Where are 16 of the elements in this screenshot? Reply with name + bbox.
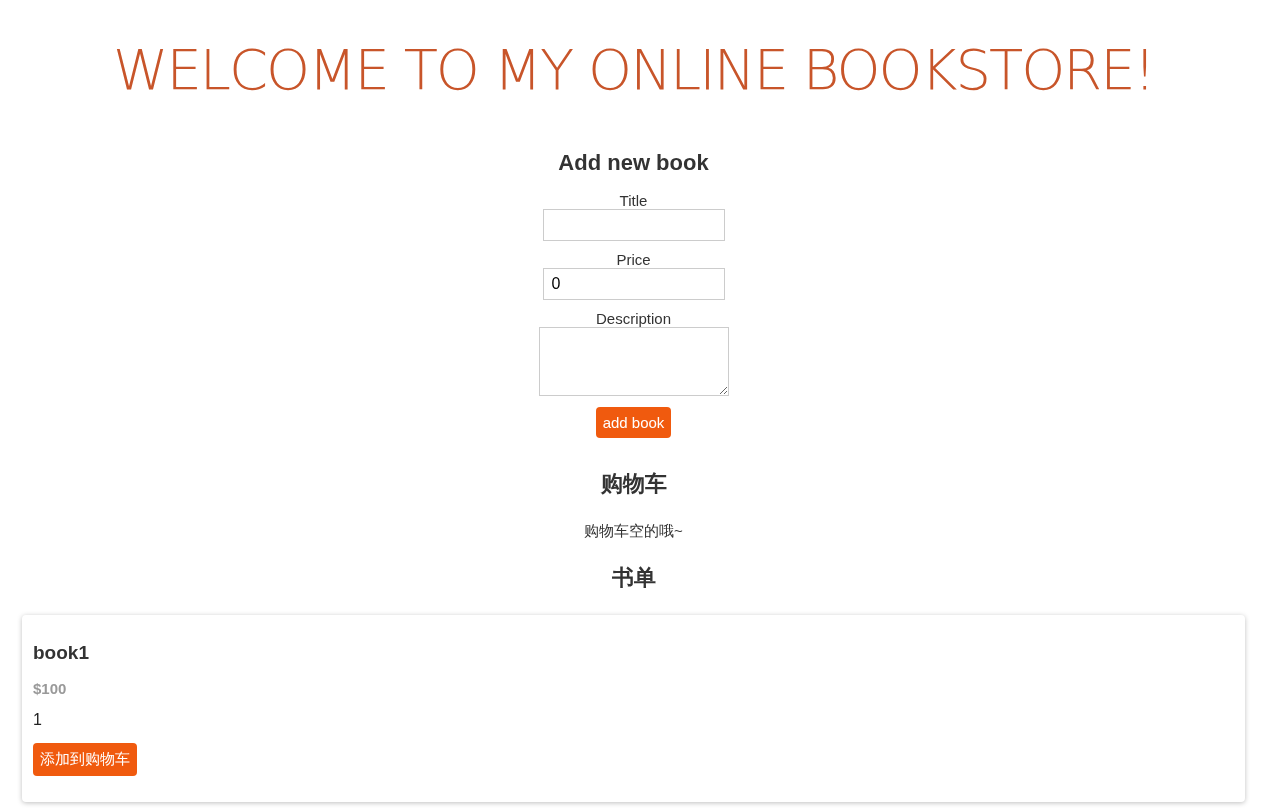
book-title: book1 [33,642,90,664]
add-to-cart-button[interactable]: 添加到购物车 [33,743,137,776]
cart-heading: 购物车 [599,470,668,498]
field-label: Price [616,251,651,268]
book-description: 1 [33,711,43,729]
book-price: $100 [33,680,68,697]
add-book-button[interactable]: add book [595,407,672,438]
page-title: WELCOME TO MY ONLINE BOOKSTORE! [112,36,1155,104]
input-field[interactable] [542,209,725,241]
field-label: Description [596,310,671,327]
input-field[interactable]: 0 [542,268,725,300]
field-label: Title [619,192,648,209]
empty-cart-message: 购物车空的哦~ [583,522,684,541]
form-heading: Add new book [557,150,710,176]
text-area[interactable] [538,327,729,396]
book-list-heading: 书单 [610,564,657,592]
